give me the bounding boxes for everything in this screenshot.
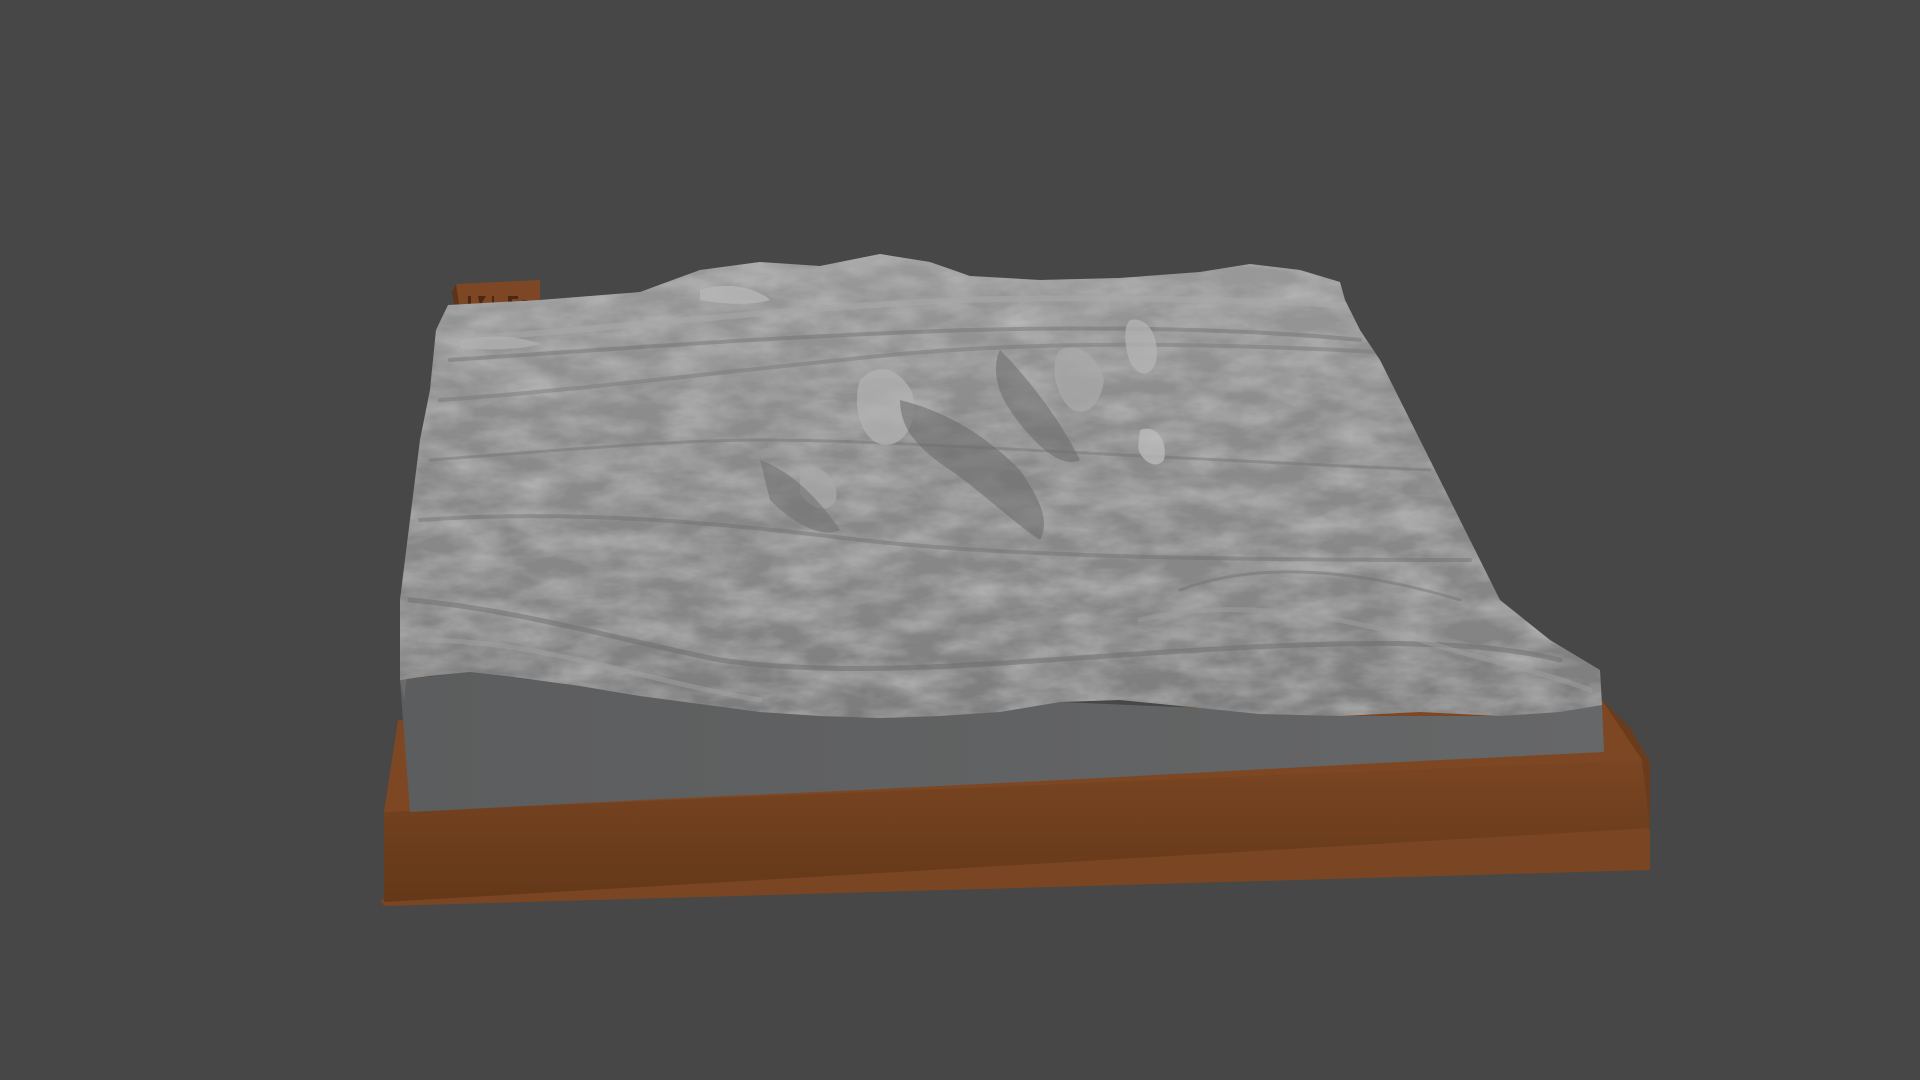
3d-viewport[interactable] [0,0,1920,1080]
terrain-relief [400,254,1602,718]
terrain-model-render [380,254,1650,906]
